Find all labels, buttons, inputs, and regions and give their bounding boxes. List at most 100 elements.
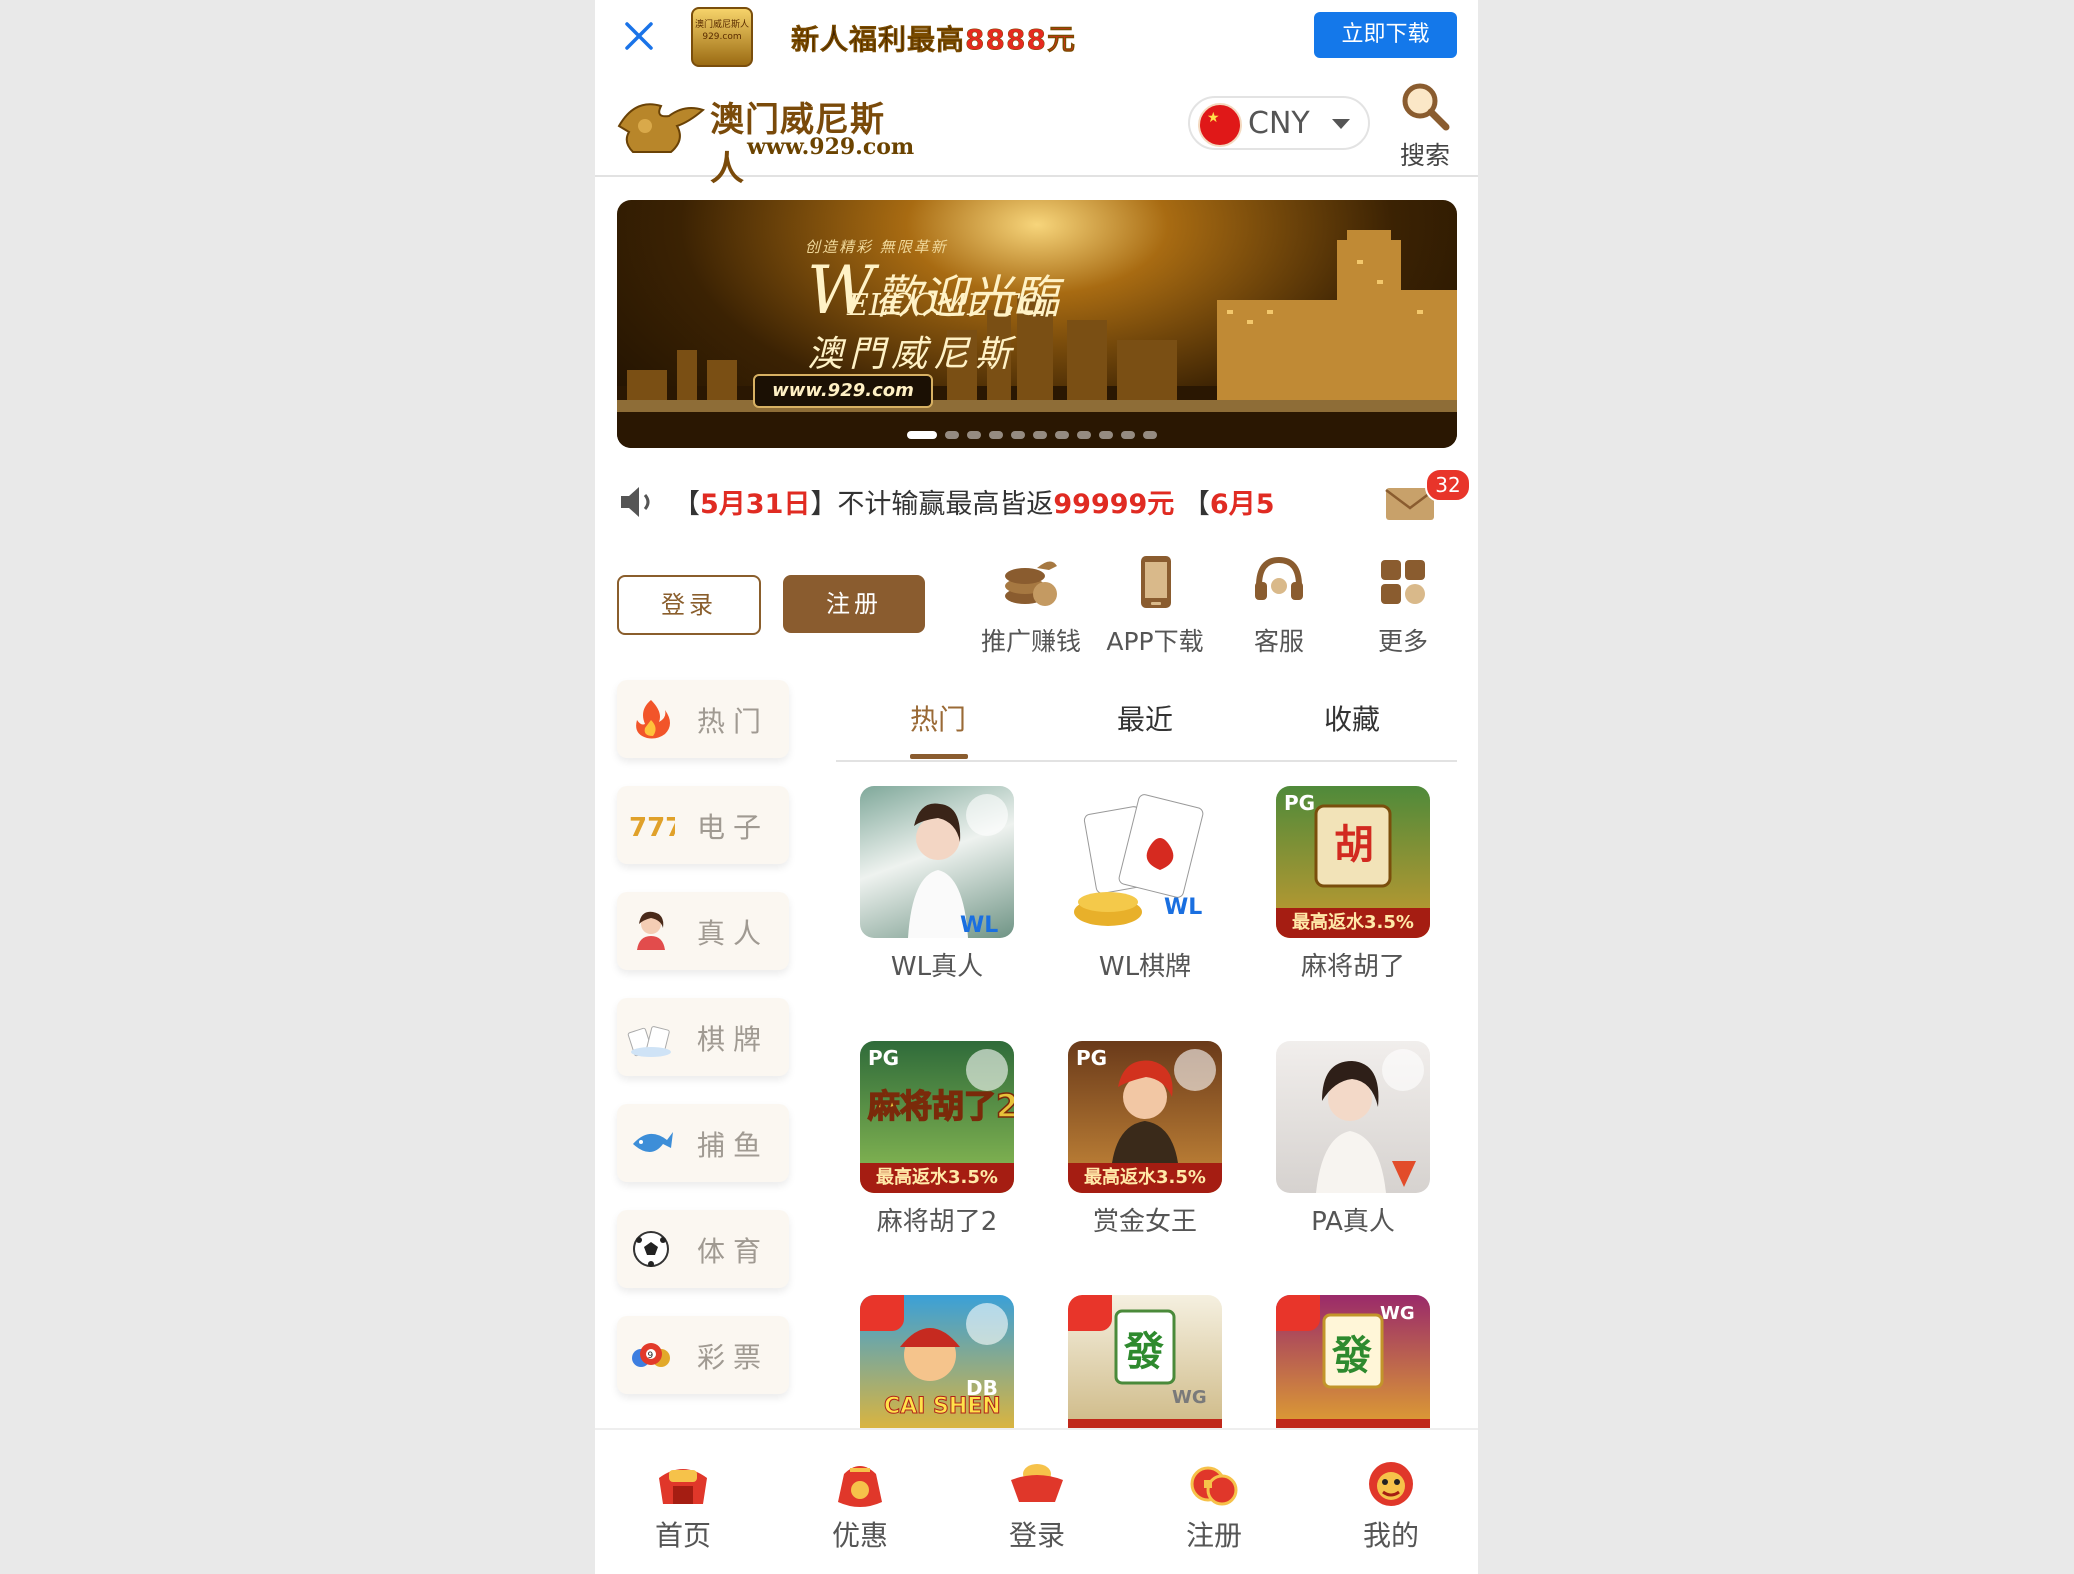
banner-url: www.929.com	[753, 374, 933, 408]
carousel-dot[interactable]	[1055, 431, 1069, 439]
game-card[interactable]: WL WL真人	[852, 786, 1022, 996]
currency-selector[interactable]: ★ CNY	[1188, 96, 1370, 150]
category-electronic[interactable]: 777 电子	[617, 786, 789, 864]
game-card[interactable]: PG 最高返水3.5% 赏金女王	[1060, 1041, 1230, 1251]
app-logo: 澳门威尼斯人 929.com	[691, 7, 753, 67]
tab-recent[interactable]: 最近	[1117, 698, 1173, 738]
nav-home[interactable]: 首页	[623, 1456, 743, 1556]
rebate-label: 最高返水3.5%	[860, 1163, 1014, 1193]
lion-mascot-icon	[1369, 1462, 1413, 1506]
game-thumbnail	[1276, 1041, 1430, 1193]
close-icon[interactable]	[621, 18, 657, 54]
quick-link-promote[interactable]: 推广赚钱	[971, 552, 1091, 662]
category-label: 电子	[697, 811, 770, 844]
hero-banner[interactable]: 创造精彩 無限革新 W歡迎光臨 ELCOME TO 澳門威尼斯 www.929.…	[617, 200, 1457, 448]
nav-promotions[interactable]: 优惠	[800, 1456, 920, 1556]
favorite-star-icon[interactable]	[966, 1303, 1008, 1345]
quick-link-more[interactable]: 更多	[1343, 552, 1463, 662]
category-fishing[interactable]: 捕鱼	[617, 1104, 789, 1182]
marquee-text: 【5月31日】不计输赢最高皆返99999元 【6月5	[673, 482, 1363, 521]
quick-link-customer-service[interactable]: 客服	[1219, 552, 1339, 662]
svg-text:WG: WG	[1380, 1303, 1415, 1324]
carousel-dots[interactable]	[907, 424, 1165, 439]
game-card[interactable]: PA真人	[1268, 1041, 1438, 1251]
china-flag-icon: ★	[1198, 103, 1242, 147]
category-sports[interactable]: 体育	[617, 1210, 789, 1288]
favorite-star-icon[interactable]	[1382, 1049, 1424, 1091]
category-cards[interactable]: 棋牌	[617, 998, 789, 1076]
category-label: 棋牌	[697, 1023, 770, 1056]
mail-unread-badge: 32	[1425, 468, 1471, 502]
game-tabs: 热门 最近 收藏	[836, 676, 1457, 762]
carousel-dot[interactable]	[1077, 431, 1091, 439]
category-label: 彩票	[697, 1341, 770, 1374]
favorite-star-icon[interactable]	[966, 794, 1008, 836]
banner-welcome-en: ELCOME TO	[847, 288, 1044, 323]
marquee-segment: 【	[673, 489, 700, 520]
flame-icon	[636, 700, 670, 739]
marquee-segment: 6月5	[1209, 489, 1275, 520]
tab-favorites[interactable]: 收藏	[1324, 698, 1380, 738]
nav-login[interactable]: 登录	[977, 1456, 1097, 1556]
grid-icon	[1381, 560, 1425, 604]
carousel-dot[interactable]	[967, 431, 981, 439]
carousel-dot[interactable]	[1121, 431, 1135, 439]
phone-icon	[1141, 556, 1171, 608]
game-thumbnail: PG 麻将胡了2 最高返水3.5%	[860, 1041, 1014, 1193]
mobile-viewport: 澳门威尼斯人 929.com 新人福利最高8888元 立即下载 澳门威尼斯人 w…	[595, 0, 1478, 1574]
brand-logo[interactable]: 澳门威尼斯人 www.929.com	[615, 80, 915, 189]
carousel-dot[interactable]	[989, 431, 1003, 439]
promo-amount: 8888元	[965, 23, 1076, 57]
thumbs-up-icon	[860, 1295, 904, 1331]
carousel-dot[interactable]	[907, 431, 937, 439]
tab-hot[interactable]: 热门	[910, 698, 966, 738]
category-live[interactable]: 真人	[617, 892, 789, 970]
svg-text:WL: WL	[960, 913, 998, 938]
rebate-label: 最高返水3.5%	[1068, 1163, 1222, 1193]
svg-text:發: 發	[1123, 1329, 1164, 1375]
favorite-star-icon[interactable]	[1174, 1049, 1216, 1091]
favorite-star-icon[interactable]	[966, 1049, 1008, 1091]
game-thumbnail: WL	[860, 786, 1014, 938]
promo-text: 新人福利最高8888元	[791, 18, 1076, 58]
brand-url: www.929.com	[747, 134, 915, 160]
game-thumbnail: 發 WG	[1276, 1295, 1430, 1447]
carousel-dot[interactable]	[945, 431, 959, 439]
login-button[interactable]: 登录	[617, 575, 761, 635]
game-name: WL真人	[890, 952, 984, 982]
caret-down-icon	[1332, 119, 1350, 129]
lottery-ball-icon: 9	[632, 1343, 670, 1367]
svg-text:PG: PG	[1076, 1046, 1107, 1070]
game-card[interactable]: PG 麻将胡了2 最高返水3.5% 麻将胡了2	[852, 1041, 1022, 1251]
game-card[interactable]: WL WL棋牌	[1060, 786, 1230, 996]
announcement-marquee[interactable]: 【5月31日】不计输赢最高皆返99999元 【6月5 32	[617, 468, 1471, 534]
search-button[interactable]: 搜索	[1395, 80, 1455, 170]
download-now-button[interactable]: 立即下载	[1314, 12, 1457, 58]
nav-register[interactable]: 注册	[1154, 1456, 1274, 1556]
carousel-dot[interactable]	[1099, 431, 1113, 439]
search-icon	[1402, 83, 1450, 131]
category-label: 热门	[697, 705, 770, 738]
marquee-segment: 5月31日	[700, 489, 811, 520]
thumbs-up-icon	[1068, 1295, 1112, 1331]
fish-icon	[633, 1132, 673, 1152]
game-name: 麻将胡了2	[876, 1207, 998, 1237]
carousel-dot[interactable]	[1143, 431, 1157, 439]
category-label: 真人	[697, 917, 770, 950]
category-label: 体育	[697, 1235, 770, 1268]
game-thumbnail: PG 最高返水3.5%	[1068, 1041, 1222, 1193]
nav-profile[interactable]: 我的	[1331, 1456, 1451, 1556]
category-lottery[interactable]: 9 彩票	[617, 1316, 789, 1394]
carousel-dot[interactable]	[1011, 431, 1025, 439]
carousel-dot[interactable]	[1033, 431, 1047, 439]
svg-text:PG: PG	[868, 1046, 899, 1070]
quick-link-app-download[interactable]: APP下载	[1095, 552, 1215, 662]
svg-text:麻将胡了2: 麻将胡了2	[868, 1087, 1014, 1125]
site-header: 澳门威尼斯人 www.929.com ★ CNY 搜索	[595, 70, 1478, 189]
category-hot[interactable]: 热门	[617, 680, 789, 758]
live-dealer-icon	[637, 911, 665, 950]
coins-red-icon	[1190, 1466, 1238, 1506]
register-button[interactable]: 注册	[783, 575, 925, 633]
game-card[interactable]: 胡 PG 最高返水3.5% 麻将胡了	[1268, 786, 1438, 996]
game-thumbnail: WL	[1068, 786, 1222, 938]
